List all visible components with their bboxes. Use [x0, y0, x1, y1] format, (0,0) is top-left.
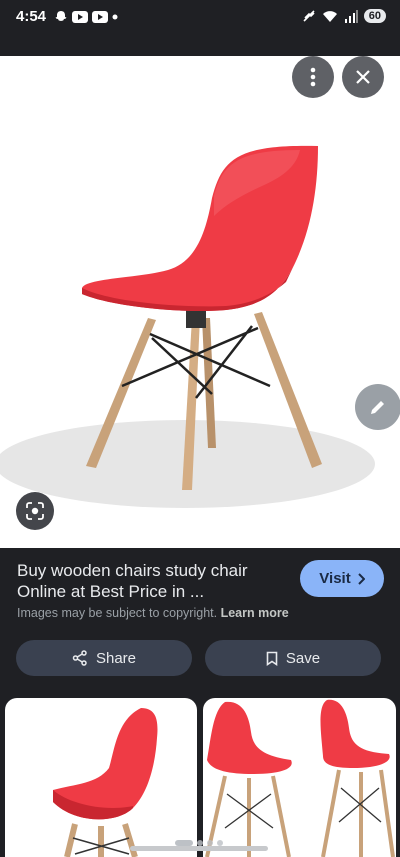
share-button[interactable]: Share [16, 640, 192, 676]
result-title[interactable]: Buy wooden chairs study chair Online at … [17, 560, 282, 602]
dot-icon [112, 14, 118, 20]
battery-indicator: 60 [363, 9, 386, 23]
wifi-icon [322, 10, 337, 22]
edit-icon [371, 401, 384, 414]
visit-label: Visit [319, 570, 351, 587]
close-button[interactable] [342, 56, 384, 98]
signal-icon [344, 9, 358, 23]
status-time: 4:54 [16, 8, 47, 25]
save-label: Save [285, 649, 321, 667]
copyright-text: Images may be subject to copyright. [17, 606, 218, 620]
status-bar: 4:54 60 [0, 0, 400, 36]
more-options-button[interactable] [292, 56, 334, 98]
close-icon [356, 70, 370, 84]
save-button[interactable]: Save [205, 640, 381, 676]
youtube-icon [72, 11, 88, 23]
related-image-2[interactable] [203, 698, 396, 857]
chair-thumbnail [53, 708, 158, 857]
chairs-thumbnail [205, 699, 395, 857]
share-label: Share [95, 649, 137, 667]
image-viewer[interactable] [0, 56, 400, 548]
lens-icon [26, 502, 44, 520]
edit-button[interactable] [355, 384, 400, 430]
notification-icons [54, 10, 118, 24]
lens-search-button[interactable] [16, 492, 54, 530]
gesture-nav-bar[interactable] [130, 846, 268, 851]
chevron-right-icon [357, 572, 365, 585]
more-vert-icon [310, 67, 316, 87]
copyright-notice: Images may be subject to copyright. Lear… [17, 606, 289, 620]
snapchat-icon [55, 11, 67, 21]
learn-more-link[interactable]: Learn more [221, 606, 289, 620]
share-icon [72, 650, 87, 666]
youtube-icon [92, 11, 108, 23]
system-icons: 60 [302, 9, 386, 23]
mute-icon [303, 10, 315, 22]
related-image-1[interactable] [5, 698, 197, 857]
bookmark-icon [266, 651, 278, 666]
visit-button[interactable]: Visit [300, 560, 384, 597]
chair-image [0, 145, 375, 508]
